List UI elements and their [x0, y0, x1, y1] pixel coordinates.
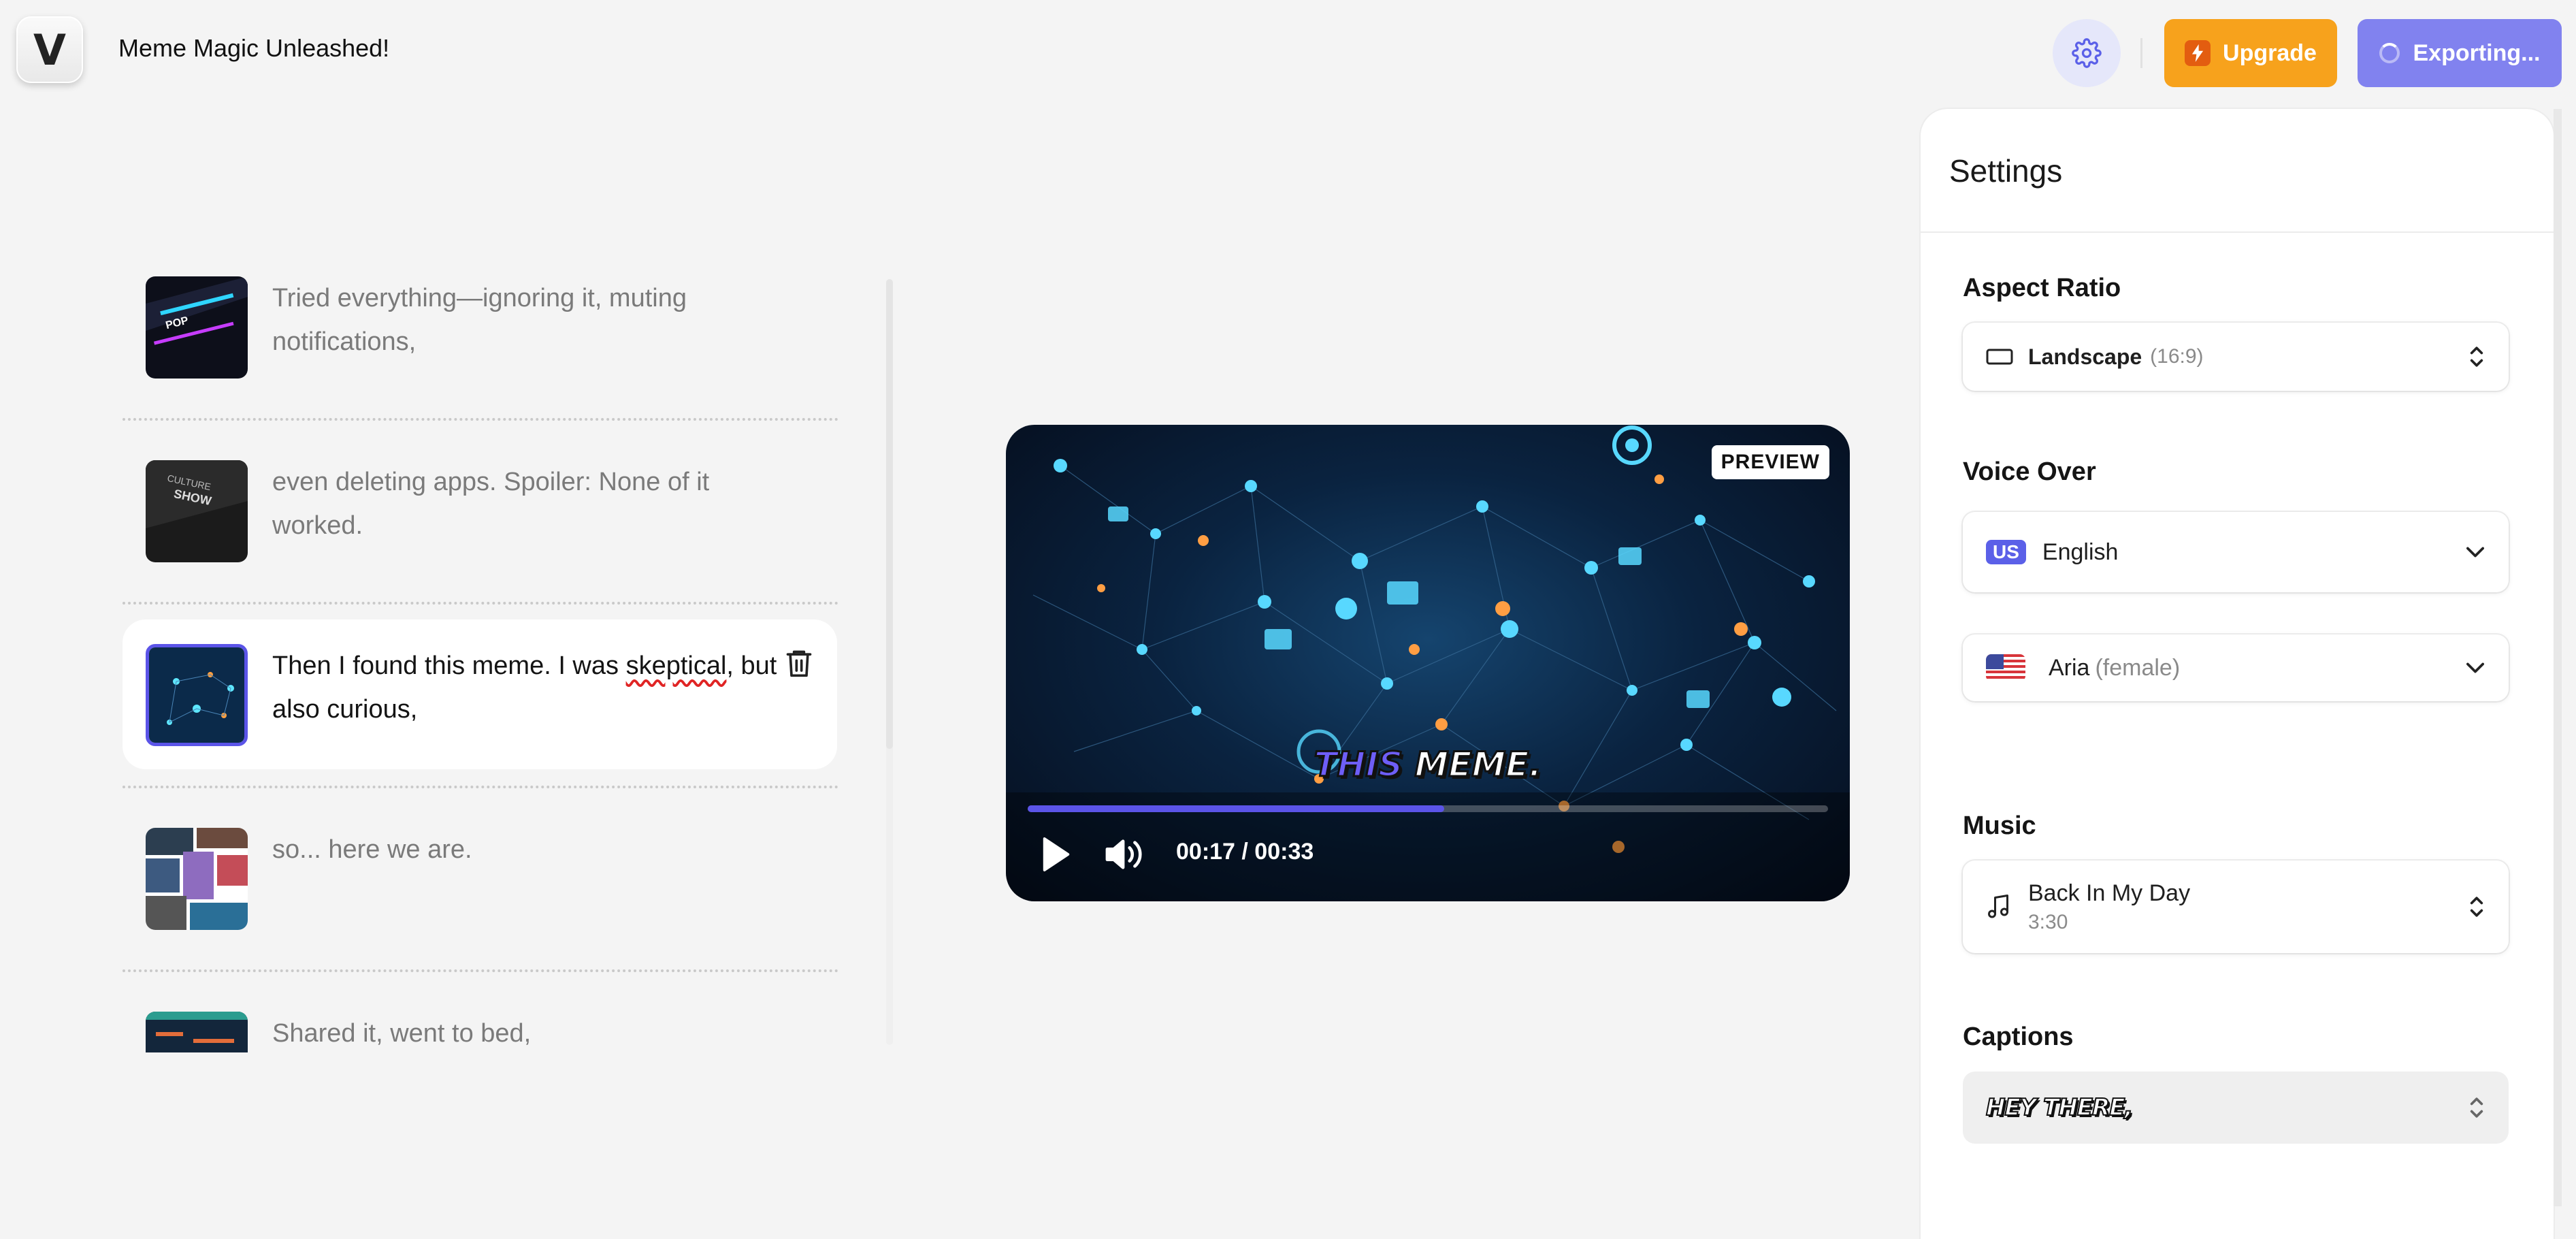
aspect-ratio-hint: (16:9)	[2150, 345, 2204, 368]
export-button[interactable]: Exporting...	[2358, 19, 2562, 87]
network-background	[1006, 425, 1850, 901]
bolt-icon	[2185, 40, 2211, 66]
us-flag-icon	[1986, 654, 2025, 681]
music-label: Music	[1963, 811, 2036, 840]
playback-time: 00:17 / 00:33	[1176, 839, 1314, 865]
preview-badge: PREVIEW	[1711, 445, 1829, 479]
caption-word-highlight: THIS	[1313, 744, 1404, 786]
upgrade-label: Upgrade	[2223, 39, 2317, 66]
logo-letter: V	[33, 25, 66, 75]
music-duration: 3:30	[2028, 910, 2068, 933]
scene-item[interactable]: so... here we are.	[123, 803, 837, 974]
voice-hint: (female)	[2095, 654, 2181, 681]
scene-thumbnail	[146, 644, 248, 746]
scene-thumbnail	[146, 828, 248, 930]
us-flag-icon: US	[1986, 540, 2026, 564]
header-divider	[2140, 38, 2142, 68]
settings-button[interactable]	[2053, 19, 2121, 87]
scene-item[interactable]: Shared it, went to bed,	[123, 987, 837, 1052]
scene-divider	[123, 602, 838, 605]
caption-style-preview: HEY THERE,	[1985, 1093, 2134, 1122]
gear-icon	[2072, 38, 2102, 68]
voice-name: Aria	[2049, 654, 2090, 681]
scene-divider	[123, 969, 838, 972]
scene-text[interactable]: Shared it, went to bed,	[272, 1012, 789, 1052]
volume-icon[interactable]	[1103, 836, 1146, 873]
upgrade-button[interactable]: Upgrade	[2164, 19, 2337, 87]
trash-icon[interactable]	[784, 647, 814, 679]
landscape-icon	[1986, 349, 2013, 365]
chevron-updown-icon	[2470, 347, 2483, 367]
scene-divider	[123, 786, 838, 788]
caption-overlay: THIS MEME.	[1006, 744, 1850, 786]
spinner-icon	[2379, 43, 2400, 63]
voice-over-label: Voice Over	[1963, 457, 2096, 486]
scene-text[interactable]: Then I found this meme. I was skeptical,…	[272, 644, 789, 731]
playback-progress[interactable]	[1028, 805, 1828, 812]
video-preview[interactable]: PREVIEW THIS MEME. 00:17 / 00:33	[1006, 425, 1850, 901]
progress-fill	[1028, 805, 1444, 812]
app-logo[interactable]: V	[16, 16, 83, 83]
aspect-ratio-value: Landscape	[2028, 344, 2142, 369]
spellcheck-word: skeptical	[625, 651, 727, 680]
play-icon[interactable]	[1041, 837, 1071, 871]
captions-select[interactable]: HEY THERE,	[1963, 1072, 2509, 1144]
captions-label: Captions	[1963, 1023, 2074, 1051]
scene-item[interactable]: CULTURE SHOW even deleting apps. Spoiler…	[123, 436, 837, 606]
language-value: English	[2042, 538, 2119, 565]
settings-divider	[1921, 231, 2554, 233]
chevron-updown-icon	[2470, 1097, 2483, 1118]
scene-list-scrollbar[interactable]	[886, 279, 893, 749]
scene-thumbnail: POP	[146, 276, 248, 379]
scene-item[interactable]: POP Tried everything—ignoring it, muting…	[123, 252, 837, 422]
voice-select[interactable]: Aria (female)	[1963, 634, 2509, 701]
export-label: Exporting...	[2413, 39, 2541, 66]
chevron-updown-icon	[2470, 897, 2483, 917]
caption-word: MEME.	[1414, 744, 1543, 786]
language-select[interactable]: US English	[1963, 512, 2509, 592]
scene-text-part: Then I found this meme. I was	[272, 651, 626, 680]
scene-thumbnail: CULTURE SHOW	[146, 460, 248, 562]
chevron-down-icon	[2466, 547, 2484, 558]
scene-divider	[123, 418, 838, 421]
scene-thumbnail	[146, 1012, 248, 1052]
scene-text[interactable]: Tried everything—ignoring it, muting not…	[272, 276, 789, 364]
aspect-ratio-label: Aspect Ratio	[1963, 274, 2121, 302]
chevron-down-icon	[2466, 662, 2484, 673]
aspect-ratio-select[interactable]: Landscape (16:9)	[1963, 323, 2509, 391]
music-track: Back In My Day	[2028, 880, 2191, 906]
music-select[interactable]: Back In My Day 3:30	[1963, 860, 2509, 953]
scene-text[interactable]: even deleting apps. Spoiler: None of it …	[272, 460, 789, 547]
scene-text[interactable]: so... here we are.	[272, 828, 789, 871]
music-note-icon	[1988, 895, 2008, 918]
settings-title: Settings	[1949, 153, 2063, 189]
scene-item-active[interactable]: Then I found this meme. I was skeptical,…	[123, 620, 837, 769]
project-title[interactable]: Meme Magic Unleashed!	[118, 34, 389, 63]
settings-scrollbar[interactable]	[2554, 109, 2562, 1206]
